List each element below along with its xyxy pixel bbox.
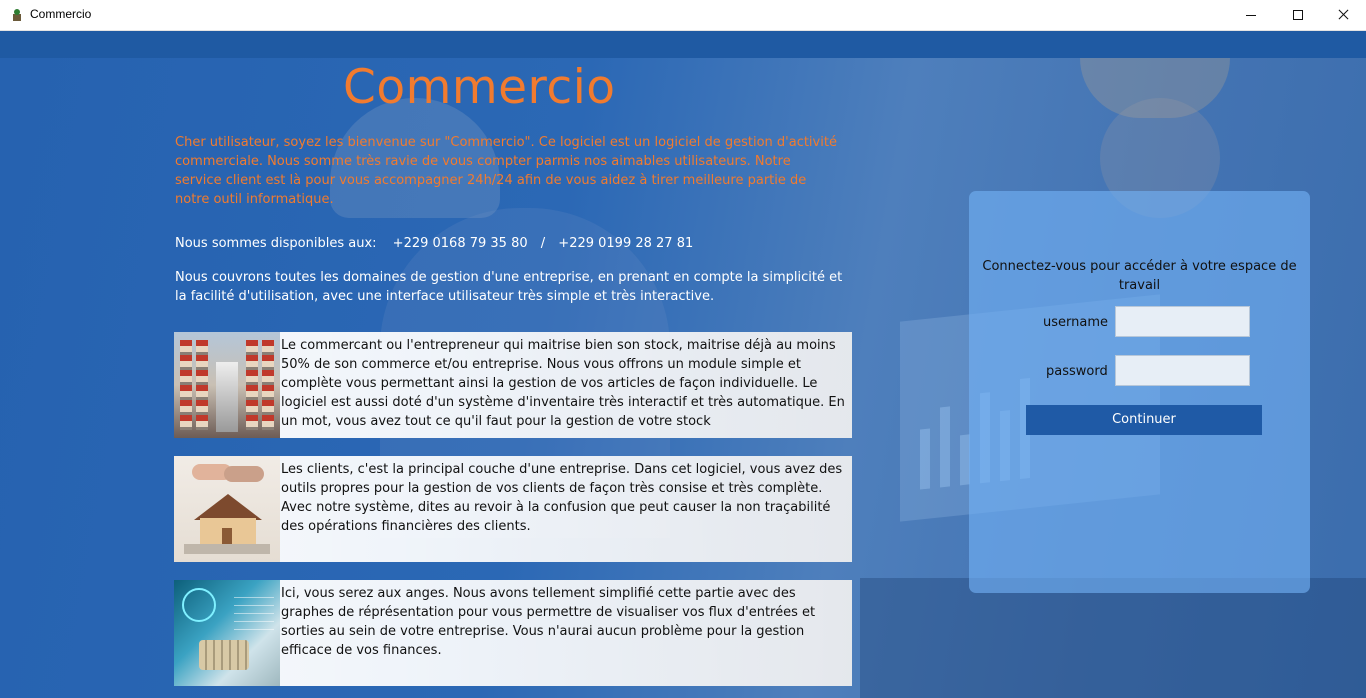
app-icon: [13, 9, 21, 21]
title-bar: Commercio: [0, 0, 1366, 31]
phone-number: +229 0199 28 27 81: [558, 236, 694, 251]
feature-card-clients: Les clients, c'est la principal couche d…: [174, 456, 852, 562]
feature-card-stock: Le commercant ou l'entrepreneur qui mait…: [174, 332, 852, 438]
login-heading: Connectez-vous pour accéder à votre espa…: [982, 259, 1297, 293]
phone-separator: /: [540, 236, 546, 251]
continue-button[interactable]: Continuer: [1026, 405, 1262, 435]
top-band: [0, 31, 1366, 58]
availability-line: Nous sommes disponibles aux: +229 0168 7…: [175, 236, 693, 251]
maximize-icon[interactable]: [1274, 0, 1320, 30]
password-label: password: [1046, 364, 1108, 379]
close-icon[interactable]: [1320, 0, 1366, 30]
warehouse-image: [174, 332, 280, 438]
feature-text: Le commercant ou l'entrepreneur qui mait…: [281, 338, 845, 429]
handshake-house-image: [174, 456, 280, 562]
window-title: Commercio: [30, 7, 92, 21]
feature-card-finances: Ici, vous serez aux anges. Nous avons te…: [174, 580, 852, 686]
finance-image: [174, 580, 280, 686]
availability-label: Nous sommes disponibles aux:: [175, 236, 377, 251]
phone-number: +229 0168 79 35 80: [392, 236, 528, 251]
minimize-icon[interactable]: [1228, 0, 1274, 30]
desk-shape: [860, 578, 1366, 698]
domains-text: Nous couvrons toutes les domaines de ges…: [175, 270, 843, 304]
brand-title: Commercio: [343, 60, 616, 115]
password-input[interactable]: [1115, 355, 1250, 386]
welcome-text: Cher utilisateur, soyez les bienvenue su…: [175, 135, 837, 207]
username-label: username: [1043, 315, 1108, 330]
username-input[interactable]: [1115, 306, 1250, 337]
feature-text: Ici, vous serez aux anges. Nous avons te…: [281, 586, 816, 658]
feature-text: Les clients, c'est la principal couche d…: [281, 462, 843, 534]
login-panel: Connectez-vous pour accéder à votre espa…: [969, 191, 1310, 593]
